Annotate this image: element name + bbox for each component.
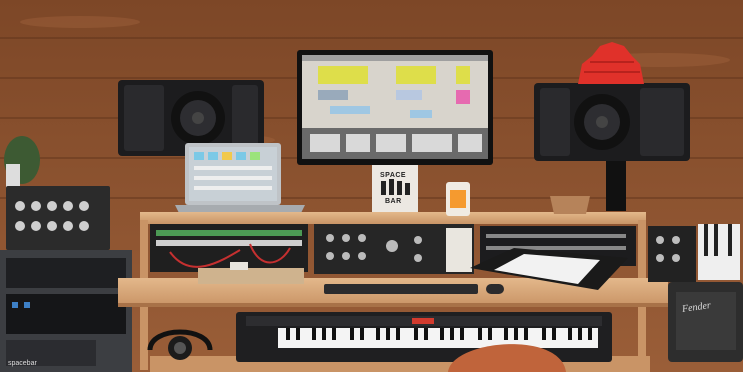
monitor — [297, 50, 493, 165]
rack-label: spacebar — [8, 360, 37, 367]
guitar-amp — [668, 282, 743, 362]
eurorack — [314, 224, 474, 274]
right-synth — [648, 224, 740, 282]
stand-text-bottom: BAR — [385, 198, 402, 205]
left-modular-synth — [6, 186, 110, 250]
patchbay — [150, 224, 308, 272]
computer-keyboard — [324, 284, 504, 294]
mug — [446, 182, 470, 216]
studio-photo — [0, 0, 743, 372]
rack-case — [0, 250, 132, 372]
midi-keyboard — [236, 312, 612, 362]
stand-text-top: SPACE — [380, 172, 407, 179]
copper-bowl — [550, 196, 590, 214]
